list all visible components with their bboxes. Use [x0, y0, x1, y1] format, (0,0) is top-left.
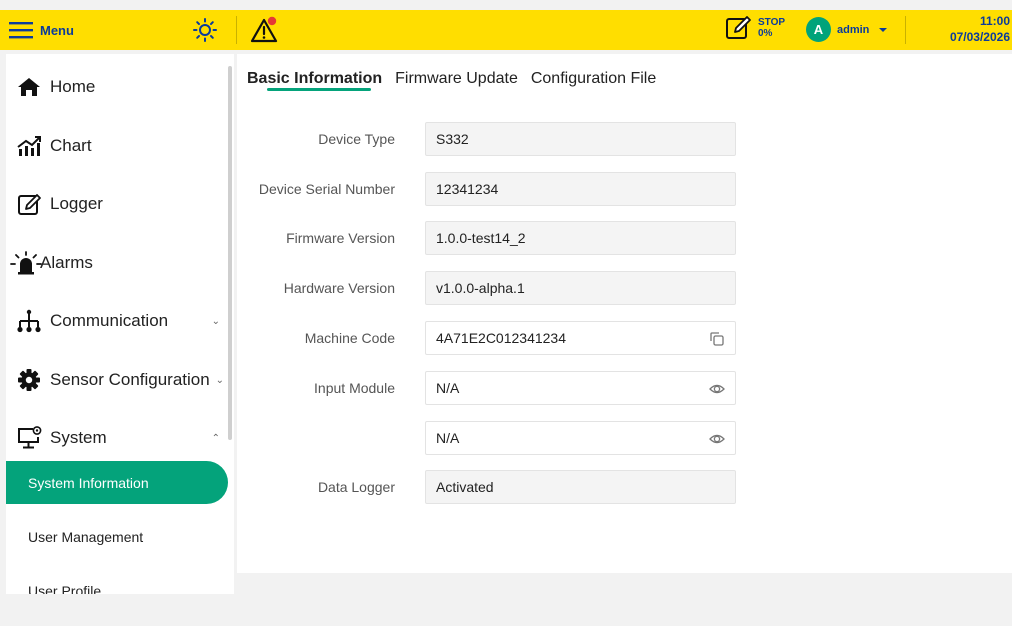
eye-icon[interactable]: [709, 431, 725, 447]
field-label: Device Serial Number: [258, 181, 395, 197]
clock: 11:00 07/03/2026: [950, 13, 1010, 45]
device-type-value: S332: [425, 122, 736, 156]
sidebar-item-sensor-configuration[interactable]: Sensor Configuration ⌄: [6, 360, 228, 400]
data-logger-value: Activated: [425, 470, 736, 504]
content-card: Basic Information Firmware Update Config…: [237, 54, 1012, 573]
copy-icon[interactable]: [709, 331, 725, 347]
top-bar: Menu STOP 0% A admin 11:00 07/03/2026: [0, 10, 1012, 50]
input-module-value: N/A: [436, 380, 460, 396]
sidebar-item-label: Chart: [50, 136, 92, 155]
sidebar-subitem-user-profile[interactable]: User Profile: [6, 569, 228, 595]
input-module-2-value: N/A: [436, 430, 460, 446]
menu-button[interactable]: Menu: [8, 10, 74, 50]
network-icon: [17, 309, 41, 333]
sidebar-item-chart[interactable]: Chart: [6, 126, 228, 166]
sidebar-item-system[interactable]: System ⌃: [6, 418, 228, 458]
tab-configuration-file[interactable]: Configuration File: [531, 70, 656, 92]
field-data-logger: Data Logger Activated: [237, 470, 1012, 504]
avatar: A: [806, 17, 831, 42]
logger-stop-status[interactable]: STOP 0%: [724, 13, 785, 43]
warning-icon[interactable]: [250, 16, 280, 44]
stop-label: STOP: [758, 17, 786, 28]
home-icon: [18, 78, 40, 96]
brightness-icon[interactable]: [193, 18, 217, 42]
sidebar-item-logger[interactable]: Logger: [6, 184, 228, 224]
divider: [905, 16, 906, 44]
machine-code-field[interactable]: 4A71E2C012341234: [425, 321, 736, 355]
gear-icon: [18, 369, 40, 391]
edit-note-icon: [726, 16, 751, 39]
logger-icon: [18, 194, 41, 215]
sidebar-item-label: Home: [50, 77, 96, 96]
field-label: Input Module: [314, 380, 395, 396]
input-module-field[interactable]: N/A: [425, 371, 736, 405]
eye-icon[interactable]: [709, 381, 725, 397]
sidebar-item-alarms[interactable]: Alarms: [6, 243, 228, 283]
stop-percent: 0%: [758, 28, 773, 39]
alarm-siren-icon: [10, 251, 42, 275]
sidebar-subitem-user-management[interactable]: User Management: [6, 515, 228, 558]
chart-icon: [17, 136, 41, 156]
input-module-2-field[interactable]: N/A: [425, 421, 736, 455]
field-device-type: Device Type S332: [237, 122, 1012, 156]
field-hardware-version: Hardware Version v1.0.0-alpha.1: [237, 271, 1012, 305]
divider: [236, 16, 237, 44]
chevron-up-icon: ⌃: [211, 432, 220, 444]
user-name: admin: [837, 23, 870, 36]
monitor-gear-icon: [18, 426, 42, 449]
device-serial-number-value: 12341234: [425, 172, 736, 206]
page-footer-area: [0, 594, 1012, 626]
active-tab-indicator: [267, 88, 371, 91]
menu-label: Menu: [40, 22, 74, 38]
sidebar-item-label: System: [50, 428, 107, 447]
field-input-module: Input Module N/A: [237, 371, 1012, 405]
chevron-down-icon: ⌄: [211, 315, 220, 327]
sidebar: Home Chart Logger Alarms Communication ⌄…: [6, 54, 234, 594]
sidebar-item-home[interactable]: Home: [6, 67, 228, 107]
clock-date: 07/03/2026: [949, 30, 1010, 44]
caret-down-icon: [879, 27, 888, 32]
hardware-version-value: v1.0.0-alpha.1: [425, 271, 736, 305]
sidebar-item-label: Sensor Configuration: [50, 370, 210, 389]
field-label: Machine Code: [304, 330, 395, 346]
hamburger-icon: [9, 22, 33, 39]
tab-firmware-update[interactable]: Firmware Update: [395, 70, 518, 92]
sidebar-item-label: Alarms: [40, 253, 93, 272]
sidebar-item-communication[interactable]: Communication ⌄: [6, 301, 228, 341]
sidebar-scrollbar[interactable]: [228, 66, 232, 440]
field-firmware-version: Firmware Version 1.0.0-test14_2: [237, 221, 1012, 255]
field-label: Firmware Version: [286, 230, 395, 246]
sidebar-subitem-system-information[interactable]: System Information: [6, 461, 228, 504]
sidebar-item-label: Communication: [50, 311, 169, 330]
field-label: Device Type: [318, 131, 395, 147]
sidebar-item-label: Logger: [50, 194, 103, 213]
firmware-version-value: 1.0.0-test14_2: [425, 221, 736, 255]
user-menu[interactable]: A admin: [806, 17, 888, 42]
chevron-down-icon: ⌄: [215, 374, 224, 386]
field-machine-code: Machine Code 4A71E2C012341234: [237, 321, 1012, 355]
field-input-module-2: N/A: [237, 421, 1012, 455]
field-label: Data Logger: [317, 479, 395, 495]
field-device-serial-number: Device Serial Number 12341234: [237, 172, 1012, 206]
machine-code-value: 4A71E2C012341234: [436, 330, 567, 346]
clock-time: 11:00: [979, 14, 1010, 28]
field-label: Hardware Version: [283, 280, 395, 296]
